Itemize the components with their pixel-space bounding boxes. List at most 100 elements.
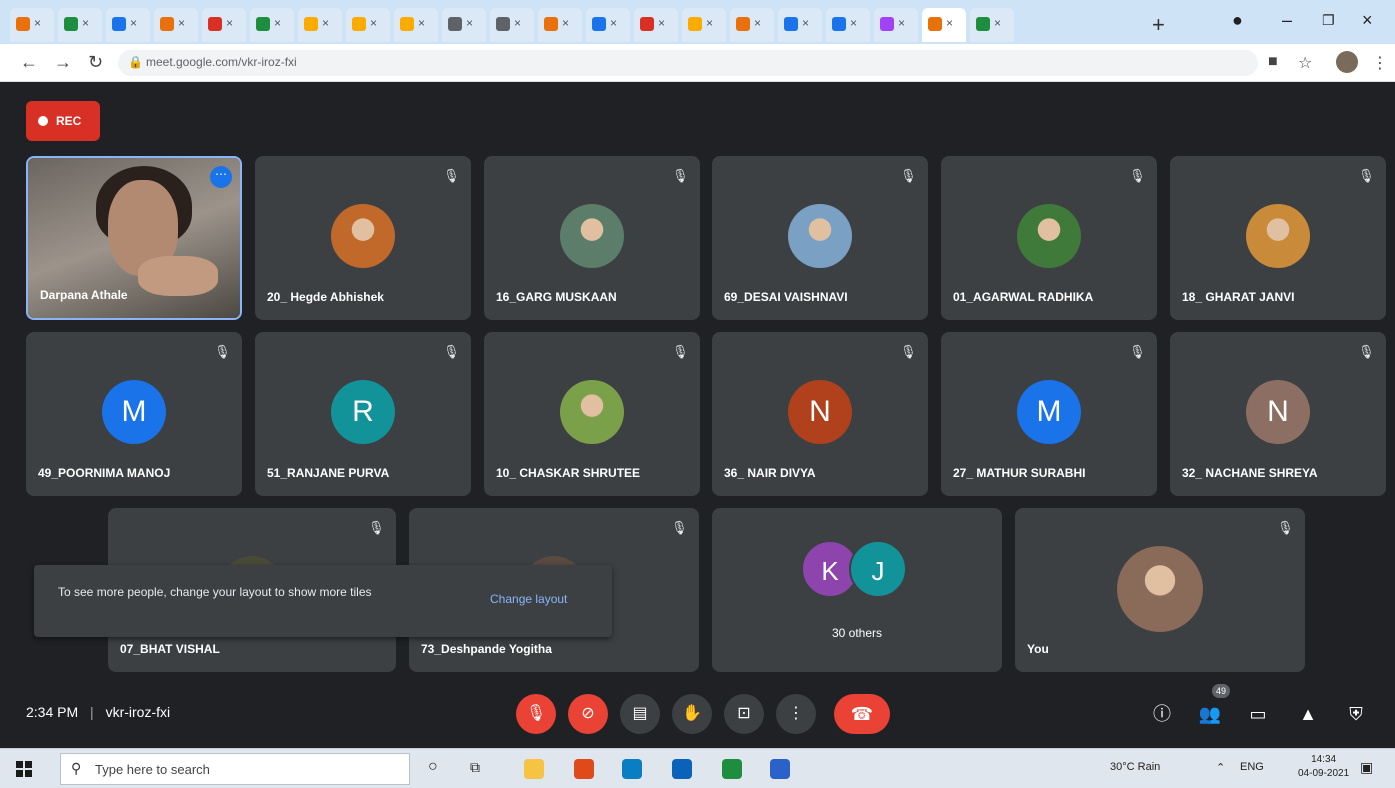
people-button[interactable]: 👥 (1196, 700, 1224, 728)
tray-chevron-icon[interactable]: ⌃ (1216, 761, 1225, 774)
tab-close-icon[interactable]: × (898, 16, 905, 30)
tab-close-icon[interactable]: × (994, 16, 1001, 30)
taskbar-app-icon[interactable] (672, 759, 692, 779)
participant-tile[interactable]: 🎙 20_ Hegde Abhishek (255, 156, 471, 320)
tab-close-icon[interactable]: × (418, 16, 425, 30)
layout-snackbar: To see more people, change your layout t… (34, 565, 612, 637)
browser-tab[interactable]: × (202, 8, 246, 42)
leave-call-button[interactable]: ☎ (834, 694, 890, 734)
browser-tab[interactable]: × (586, 8, 630, 42)
bookmark-star-icon[interactable]: ☆ (1298, 53, 1312, 73)
notification-icon[interactable]: ▣ (1360, 759, 1373, 776)
language-indicator[interactable]: ENG (1240, 761, 1264, 773)
present-button[interactable]: ⊡ (724, 694, 764, 734)
clock-date[interactable]: 14:34 04-09-2021 (1298, 753, 1349, 781)
tab-close-icon[interactable]: × (130, 16, 137, 30)
browser-tab[interactable]: × (58, 8, 102, 42)
participant-tile[interactable]: 🎙 18_ GHARAT JANVI (1170, 156, 1386, 320)
tab-close-icon[interactable]: × (34, 16, 41, 30)
participant-tile[interactable]: 🎙 M 27_ MATHUR SURABHI (941, 332, 1157, 496)
browser-tab[interactable]: × (490, 8, 534, 42)
participant-tile[interactable]: 🎙 16_GARG MUSKAAN (484, 156, 700, 320)
back-icon[interactable]: ← (20, 52, 38, 73)
participant-tile[interactable]: ⋯ Darpana Athale (26, 156, 242, 320)
browser-tab[interactable]: × (970, 8, 1014, 42)
browser-tab[interactable]: × (826, 8, 870, 42)
participant-tile[interactable]: 🎙 You (1015, 508, 1305, 672)
taskbar-app-icon[interactable] (722, 759, 742, 779)
meeting-details-button[interactable]: ⓘ (1148, 700, 1176, 728)
browser-tab[interactable]: × (874, 8, 918, 42)
browser-tab[interactable]: × (634, 8, 678, 42)
tile-more-options-icon[interactable]: ⋯ (210, 166, 232, 188)
tab-close-icon[interactable]: × (514, 16, 521, 30)
participant-tile[interactable]: 🎙 R 51_RANJANE PURVA (255, 332, 471, 496)
activities-button[interactable]: ▲ (1294, 700, 1322, 728)
chat-button[interactable]: ▭ (1244, 700, 1272, 728)
tab-close-icon[interactable]: × (658, 16, 665, 30)
participant-tile[interactable]: 🎙 M 49_POORNIMA MANOJ (26, 332, 242, 496)
tab-close-icon[interactable]: × (466, 16, 473, 30)
tab-close-icon[interactable]: × (610, 16, 617, 30)
mic-toggle-button[interactable]: 🎙 (516, 694, 556, 734)
tab-close-icon[interactable]: × (850, 16, 857, 30)
tab-close-icon[interactable]: × (802, 16, 809, 30)
snackbar-message: To see more people, change your layout t… (58, 585, 372, 599)
browser-tab[interactable]: × (442, 8, 486, 42)
browser-menu-icon[interactable]: ⋮ (1372, 53, 1388, 73)
maximize-icon[interactable]: ❐ (1322, 12, 1335, 29)
close-window-icon[interactable]: × (1362, 10, 1373, 31)
browser-tab[interactable]: × (10, 8, 54, 42)
tab-close-icon[interactable]: × (82, 16, 89, 30)
taskbar-search-box[interactable]: ⚲ Type here to search (60, 753, 410, 785)
browser-tab[interactable]: × (154, 8, 198, 42)
tab-close-icon[interactable]: × (562, 16, 569, 30)
taskbar-app-icon[interactable] (524, 759, 544, 779)
windows-start-icon[interactable] (16, 761, 32, 777)
taskbar-app-icon[interactable] (770, 759, 790, 779)
camera-indicator-icon[interactable]: ■ (1268, 53, 1278, 71)
browser-tab[interactable]: × (346, 8, 390, 42)
minimize-icon[interactable]: – (1282, 10, 1292, 31)
address-bar[interactable]: 🔒 meet.google.com/vkr-iroz-fxi (118, 50, 1258, 76)
camera-toggle-button[interactable]: ⊘ (568, 694, 608, 734)
taskbar-app-icon[interactable] (574, 759, 594, 779)
tab-close-icon[interactable]: × (754, 16, 761, 30)
taskbar-app-icon[interactable] (622, 759, 642, 779)
tab-close-icon[interactable]: × (226, 16, 233, 30)
tab-close-icon[interactable]: × (706, 16, 713, 30)
participant-tile[interactable]: 🎙 N 36_ NAIR DIVYA (712, 332, 928, 496)
reload-icon[interactable]: ↻ (88, 52, 103, 73)
tab-close-icon[interactable]: × (946, 16, 953, 30)
browser-tab[interactable]: × (730, 8, 774, 42)
browser-tab[interactable]: × (394, 8, 438, 42)
forward-icon[interactable]: → (54, 52, 72, 73)
browser-tab[interactable]: × (682, 8, 726, 42)
participant-tile[interactable]: 🎙 10_ CHASKAR SHRUTEE (484, 332, 700, 496)
browser-tab[interactable]: × (538, 8, 582, 42)
participant-tile[interactable]: 🎙 N 32_ NACHANE SHREYA (1170, 332, 1386, 496)
browser-tab[interactable]: × (250, 8, 294, 42)
cortana-icon[interactable]: ○ (428, 758, 438, 776)
tab-close-icon[interactable]: × (370, 16, 377, 30)
participant-tile[interactable]: 🎙 01_AGARWAL RADHIKA (941, 156, 1157, 320)
browser-tab[interactable]: × (922, 8, 966, 42)
tab-close-icon[interactable]: × (274, 16, 281, 30)
raise-hand-button[interactable]: ✋ (672, 694, 712, 734)
participant-tile[interactable]: 🎙 69_DESAI VAISHNAVI (712, 156, 928, 320)
browser-tab[interactable]: × (298, 8, 342, 42)
profile-dot-icon[interactable]: ● (1232, 10, 1243, 31)
profile-avatar[interactable] (1336, 51, 1358, 73)
tab-close-icon[interactable]: × (322, 16, 329, 30)
browser-tab[interactable]: × (106, 8, 150, 42)
more-options-button[interactable]: ⋮ (776, 694, 816, 734)
browser-tab[interactable]: × (778, 8, 822, 42)
change-layout-button[interactable]: Change layout (490, 592, 567, 606)
weather-text[interactable]: 30°C Rain (1110, 761, 1160, 773)
task-view-icon[interactable]: ⧉ (470, 759, 480, 776)
tab-close-icon[interactable]: × (178, 16, 185, 30)
captions-button[interactable]: ▤ (620, 694, 660, 734)
new-tab-icon[interactable]: + (1152, 12, 1165, 38)
host-controls-button[interactable]: ⛨ (1342, 700, 1370, 728)
participant-tile[interactable]: K J 30 others (712, 508, 1002, 672)
